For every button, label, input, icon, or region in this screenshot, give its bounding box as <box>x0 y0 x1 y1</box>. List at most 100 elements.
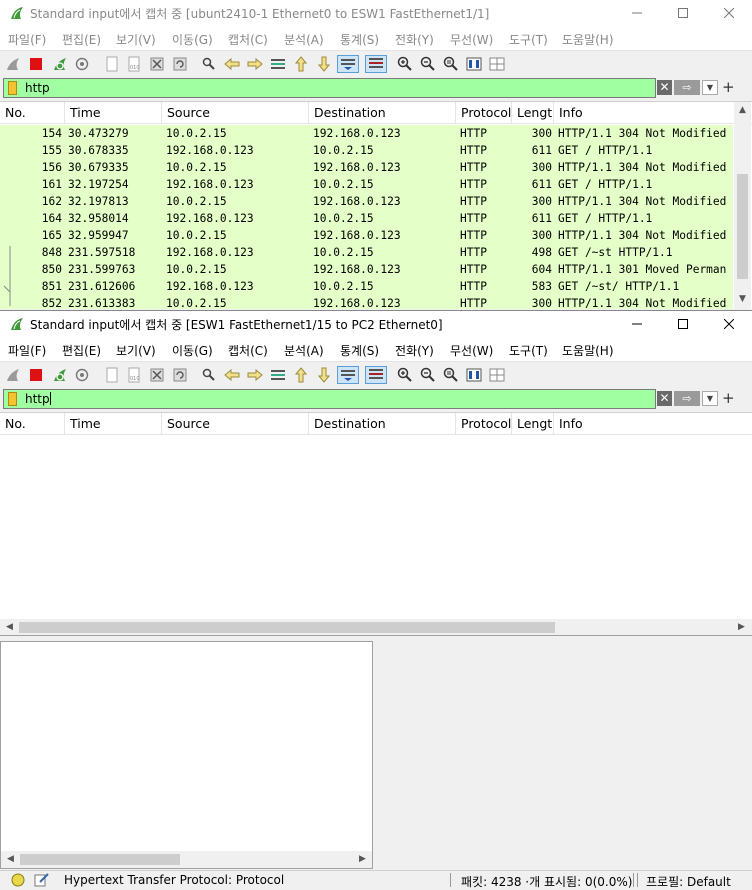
menu-help[interactable]: 도움말(H) <box>562 31 614 48</box>
restart-icon[interactable] <box>51 55 69 73</box>
bookmark-icon[interactable] <box>8 392 17 406</box>
col-destination[interactable]: Destination <box>309 413 456 435</box>
menu-file[interactable]: 파일(F) <box>8 31 46 48</box>
apply-filter-icon[interactable]: ⇨ <box>674 391 700 406</box>
horizontal-scrollbar[interactable]: ◀ ▶ <box>1 851 372 868</box>
expert-info-icon[interactable] <box>11 873 25 887</box>
table-row[interactable]: 154 30.473279 10.0.2.15 192.168.0.123 HTTP 30… <box>0 125 733 142</box>
menu-edit[interactable]: 편집(E) <box>62 342 101 359</box>
add-filter-button[interactable]: + <box>722 389 735 407</box>
close-file-icon[interactable] <box>148 366 166 384</box>
minimize-button[interactable] <box>614 311 660 337</box>
options-icon[interactable] <box>73 366 91 384</box>
layout-icon[interactable] <box>488 366 506 384</box>
stop-icon[interactable] <box>27 366 45 384</box>
menu-analyze[interactable]: 분석(A) <box>284 342 324 359</box>
clear-filter-icon[interactable]: ✕ <box>657 391 672 406</box>
col-time[interactable]: Time <box>65 102 162 124</box>
options-icon[interactable] <box>73 55 91 73</box>
table-row[interactable]: 155 30.678335 192.168.0.123 10.0.2.15 HTTP 61… <box>0 142 733 159</box>
menu-wireless[interactable]: 무선(W) <box>450 342 493 359</box>
save-icon[interactable]: 010 <box>125 366 143 384</box>
clear-filter-icon[interactable]: ✕ <box>657 80 672 95</box>
status-profile[interactable]: 프로필: Default <box>646 873 731 890</box>
scroll-thumb[interactable] <box>20 854 180 865</box>
save-icon[interactable]: 010 <box>125 55 143 73</box>
back-icon[interactable] <box>223 366 241 384</box>
scroll-up-icon[interactable]: ▲ <box>734 102 751 119</box>
menu-file[interactable]: 파일(F) <box>8 342 46 359</box>
col-info[interactable]: Info <box>554 413 752 435</box>
table-row[interactable]: 850 231.599763 10.0.2.15 192.168.0.123 HTTP 6… <box>0 261 733 278</box>
table-row[interactable]: 165 32.959947 10.0.2.15 192.168.0.123 HTTP 30… <box>0 227 733 244</box>
col-protocol[interactable]: Protocol <box>456 413 512 435</box>
zoom-out-icon[interactable] <box>419 55 437 73</box>
edit-comment-icon[interactable] <box>34 872 50 887</box>
table-row[interactable]: 848 231.597518 192.168.0.123 10.0.2.15 HTTP 4… <box>0 244 733 261</box>
menu-statistics[interactable]: 통계(S) <box>340 31 379 48</box>
zoom-out-icon[interactable] <box>419 366 437 384</box>
packet-list[interactable]: No. Time Source Destination Protocol Len… <box>0 101 752 309</box>
scroll-right-icon[interactable]: ▶ <box>734 619 749 635</box>
last-icon[interactable] <box>315 55 333 73</box>
menu-go[interactable]: 이동(G) <box>172 31 213 48</box>
vertical-scrollbar[interactable]: ▲ ▼ <box>734 102 751 309</box>
shark-fin-icon[interactable] <box>4 55 22 73</box>
layout-icon[interactable] <box>488 55 506 73</box>
scroll-thumb[interactable] <box>737 174 748 279</box>
table-row[interactable]: 161 32.197254 192.168.0.123 10.0.2.15 HTTP 61… <box>0 176 733 193</box>
horizontal-scrollbar[interactable]: ◀ ▶ <box>0 619 752 635</box>
goto-icon[interactable] <box>269 55 287 73</box>
table-row[interactable]: 851 231.612606 192.168.0.123 10.0.2.15 HTTP 5… <box>0 278 733 295</box>
menu-statistics[interactable]: 통계(S) <box>340 342 379 359</box>
scroll-left-icon[interactable]: ◀ <box>3 851 18 868</box>
reload-icon[interactable] <box>171 366 189 384</box>
normal-size-icon[interactable] <box>442 366 460 384</box>
open-icon[interactable] <box>103 366 121 384</box>
scroll-thumb[interactable] <box>19 622 555 633</box>
packet-details-pane[interactable]: ◀ ▶ <box>0 641 373 869</box>
scroll-down-icon[interactable]: ▼ <box>734 291 751 308</box>
table-row[interactable]: 164 32.958014 192.168.0.123 10.0.2.15 HTTP 61… <box>0 210 733 227</box>
open-icon[interactable] <box>103 55 121 73</box>
stop-icon[interactable] <box>27 55 45 73</box>
first-icon[interactable] <box>292 55 310 73</box>
col-length[interactable]: Lengt <box>512 102 554 124</box>
goto-icon[interactable] <box>269 366 287 384</box>
autoscroll-icon[interactable] <box>337 55 359 73</box>
col-no[interactable]: No. <box>0 413 65 435</box>
menu-edit[interactable]: 편집(E) <box>62 31 101 48</box>
colorize-icon[interactable] <box>365 55 387 73</box>
close-file-icon[interactable] <box>148 55 166 73</box>
menu-tools[interactable]: 도구(T) <box>509 31 548 48</box>
col-length[interactable]: Lengt <box>512 413 554 435</box>
forward-icon[interactable] <box>246 366 264 384</box>
minimize-button[interactable] <box>614 0 660 26</box>
menu-view[interactable]: 보기(V) <box>116 342 156 359</box>
normal-size-icon[interactable] <box>442 55 460 73</box>
resize-columns-icon[interactable] <box>465 55 483 73</box>
autoscroll-icon[interactable] <box>337 366 359 384</box>
scroll-right-icon[interactable]: ▶ <box>355 851 370 868</box>
col-no[interactable]: No. <box>0 102 65 124</box>
display-filter-input[interactable]: http <box>3 78 656 98</box>
first-icon[interactable] <box>292 366 310 384</box>
close-button[interactable] <box>706 311 752 337</box>
display-filter-input[interactable]: http <box>3 389 656 409</box>
col-source[interactable]: Source <box>162 102 309 124</box>
menu-view[interactable]: 보기(V) <box>116 31 156 48</box>
table-row[interactable]: 162 32.197813 10.0.2.15 192.168.0.123 HTTP 30… <box>0 193 733 210</box>
resize-columns-icon[interactable] <box>465 366 483 384</box>
bookmark-icon[interactable] <box>8 81 17 95</box>
maximize-button[interactable] <box>660 0 706 26</box>
zoom-in-icon[interactable] <box>396 55 414 73</box>
menu-telephony[interactable]: 전화(Y) <box>395 31 434 48</box>
close-button[interactable] <box>706 0 752 26</box>
zoom-in-icon[interactable] <box>396 366 414 384</box>
menu-capture[interactable]: 캡처(C) <box>228 342 268 359</box>
last-icon[interactable] <box>315 366 333 384</box>
table-row[interactable]: 852 231.613383 10.0.2.15 192.168.0.123 HTTP 3… <box>0 295 733 309</box>
menu-capture[interactable]: 캡처(C) <box>228 31 268 48</box>
menu-go[interactable]: 이동(G) <box>172 342 213 359</box>
menu-telephony[interactable]: 전화(Y) <box>395 342 434 359</box>
